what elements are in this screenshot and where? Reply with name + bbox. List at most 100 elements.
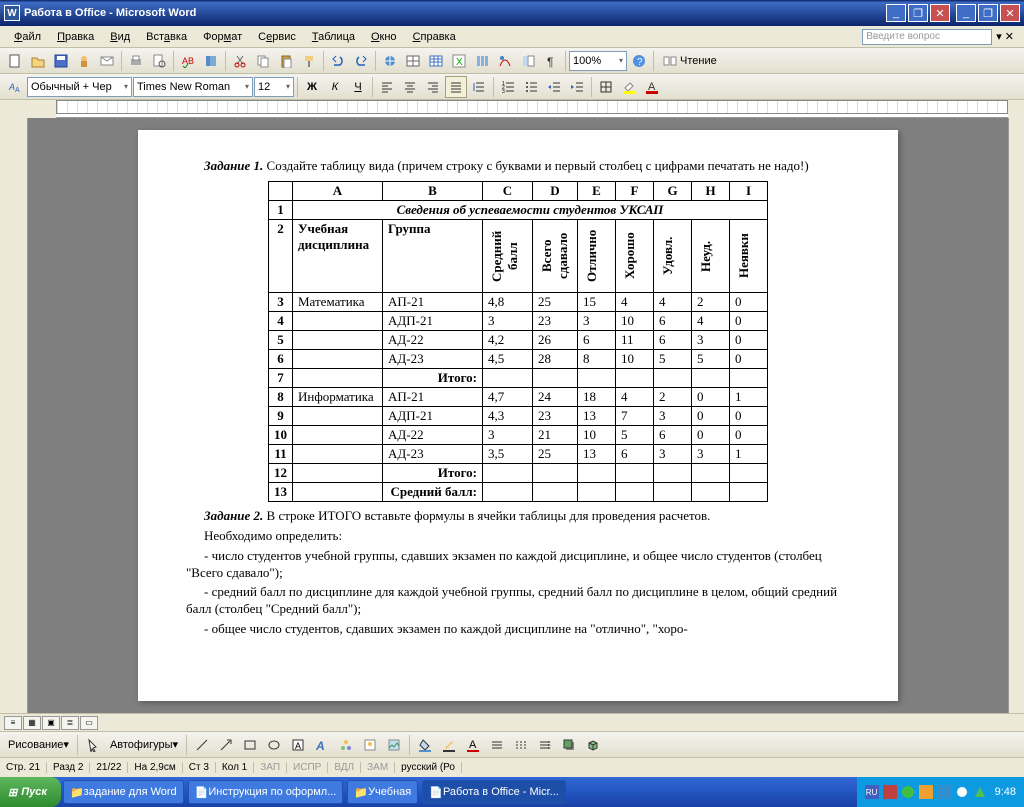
- cut-button[interactable]: [229, 50, 251, 72]
- print-view-button[interactable]: ▣: [42, 716, 60, 730]
- spellcheck-button[interactable]: AB: [177, 50, 199, 72]
- menu-insert[interactable]: Вставка: [138, 29, 195, 45]
- menu-help[interactable]: Справка: [405, 29, 464, 45]
- doc-close-button[interactable]: ✕: [1000, 4, 1020, 22]
- arrow-button[interactable]: [215, 734, 237, 756]
- fontsize-combo[interactable]: 12▾: [254, 77, 294, 97]
- line-button[interactable]: [191, 734, 213, 756]
- wordart-button[interactable]: A: [311, 734, 333, 756]
- taskbar-item-active[interactable]: 📄 Работа в Office - Micr...: [422, 780, 566, 804]
- document-area[interactable]: Задание 1. Создайте таблицу вида (причем…: [28, 118, 1008, 713]
- line-spacing-button[interactable]: [468, 76, 490, 98]
- menu-window[interactable]: Окно: [363, 29, 405, 45]
- tray-icon[interactable]: [901, 785, 915, 799]
- reading-view-button[interactable]: ▭: [80, 716, 98, 730]
- style-combo[interactable]: Обычный + Чер▾: [27, 77, 132, 97]
- menu-edit[interactable]: Правка: [49, 29, 102, 45]
- menu-table[interactable]: Таблица: [304, 29, 363, 45]
- undo-button[interactable]: [327, 50, 349, 72]
- highlight-button[interactable]: [618, 76, 640, 98]
- save-button[interactable]: [50, 50, 72, 72]
- font-color-draw-button[interactable]: A: [462, 734, 484, 756]
- autoshapes-menu[interactable]: Автофигуры ▾: [106, 735, 182, 755]
- vertical-ruler[interactable]: [0, 118, 28, 713]
- paste-button[interactable]: [275, 50, 297, 72]
- align-center-button[interactable]: [399, 76, 421, 98]
- redo-button[interactable]: [350, 50, 372, 72]
- menu-tools[interactable]: Сервис: [250, 29, 304, 45]
- open-button[interactable]: [27, 50, 49, 72]
- insert-table-button[interactable]: [425, 50, 447, 72]
- styles-pane-button[interactable]: AA: [4, 76, 26, 98]
- tray-icon[interactable]: [973, 785, 987, 799]
- italic-button[interactable]: К: [324, 76, 346, 98]
- permissions-button[interactable]: [73, 50, 95, 72]
- web-view-button[interactable]: ▦: [23, 716, 41, 730]
- restore-button[interactable]: ❐: [908, 4, 928, 22]
- clock[interactable]: 9:48: [995, 786, 1016, 798]
- numbered-list-button[interactable]: 123: [497, 76, 519, 98]
- columns-button[interactable]: [471, 50, 493, 72]
- outline-view-button[interactable]: ≣: [61, 716, 79, 730]
- taskbar-item[interactable]: 📁 задание для Word: [63, 780, 184, 804]
- rectangle-button[interactable]: [239, 734, 261, 756]
- fill-color-button[interactable]: [414, 734, 436, 756]
- menu-view[interactable]: Вид: [102, 29, 138, 45]
- new-doc-button[interactable]: [4, 50, 26, 72]
- research-button[interactable]: [200, 50, 222, 72]
- doc-minimize-button[interactable]: _: [956, 4, 976, 22]
- hyperlink-button[interactable]: [379, 50, 401, 72]
- tray-icon[interactable]: [919, 785, 933, 799]
- email-button[interactable]: [96, 50, 118, 72]
- outdent-button[interactable]: [543, 76, 565, 98]
- print-button[interactable]: [125, 50, 147, 72]
- format-painter-button[interactable]: [298, 50, 320, 72]
- zoom-combo[interactable]: 100%▾: [569, 51, 627, 71]
- menu-format[interactable]: Формат: [195, 29, 250, 45]
- vertical-scrollbar[interactable]: [1008, 118, 1024, 713]
- align-justify-button[interactable]: [445, 76, 467, 98]
- line-style-button[interactable]: [486, 734, 508, 756]
- normal-view-button[interactable]: ≡: [4, 716, 22, 730]
- menu-dropdown-icon[interactable]: ▾ ✕: [992, 30, 1018, 43]
- start-button[interactable]: ⊞Пуск: [0, 777, 61, 807]
- font-combo[interactable]: Times New Roman▾: [133, 77, 253, 97]
- copy-button[interactable]: [252, 50, 274, 72]
- align-right-button[interactable]: [422, 76, 444, 98]
- doc-restore-button[interactable]: ❐: [978, 4, 998, 22]
- lang-indicator[interactable]: RU: [865, 785, 879, 799]
- select-objects-button[interactable]: [82, 734, 104, 756]
- horizontal-ruler[interactable]: [56, 100, 1008, 118]
- show-marks-button[interactable]: ¶: [540, 50, 562, 72]
- minimize-button[interactable]: _: [886, 4, 906, 22]
- drawing-toggle-button[interactable]: [494, 50, 516, 72]
- diagram-button[interactable]: [335, 734, 357, 756]
- underline-button[interactable]: Ч: [347, 76, 369, 98]
- menu-file[interactable]: Файл: [6, 29, 49, 45]
- taskbar-item[interactable]: 📄 Инструкция по оформл...: [188, 780, 344, 804]
- close-button[interactable]: ✕: [930, 4, 950, 22]
- shadow-button[interactable]: [558, 734, 580, 756]
- 3d-button[interactable]: [582, 734, 604, 756]
- indent-button[interactable]: [566, 76, 588, 98]
- tray-icon[interactable]: [883, 785, 897, 799]
- reading-button[interactable]: Чтение: [657, 50, 723, 72]
- bold-button[interactable]: Ж: [301, 76, 323, 98]
- help-button[interactable]: ?: [628, 50, 650, 72]
- line-color-button[interactable]: [438, 734, 460, 756]
- arrow-style-button[interactable]: [534, 734, 556, 756]
- borders-button[interactable]: [595, 76, 617, 98]
- dash-style-button[interactable]: [510, 734, 532, 756]
- align-left-button[interactable]: [376, 76, 398, 98]
- taskbar-item[interactable]: 📁 Учебная: [347, 780, 418, 804]
- oval-button[interactable]: [263, 734, 285, 756]
- picture-button[interactable]: [383, 734, 405, 756]
- print-preview-button[interactable]: [148, 50, 170, 72]
- clipart-button[interactable]: [359, 734, 381, 756]
- font-color-button[interactable]: A: [641, 76, 663, 98]
- help-search-input[interactable]: Введите вопрос: [862, 29, 992, 45]
- bullet-list-button[interactable]: [520, 76, 542, 98]
- tables-borders-button[interactable]: [402, 50, 424, 72]
- docmap-button[interactable]: [517, 50, 539, 72]
- excel-button[interactable]: X: [448, 50, 470, 72]
